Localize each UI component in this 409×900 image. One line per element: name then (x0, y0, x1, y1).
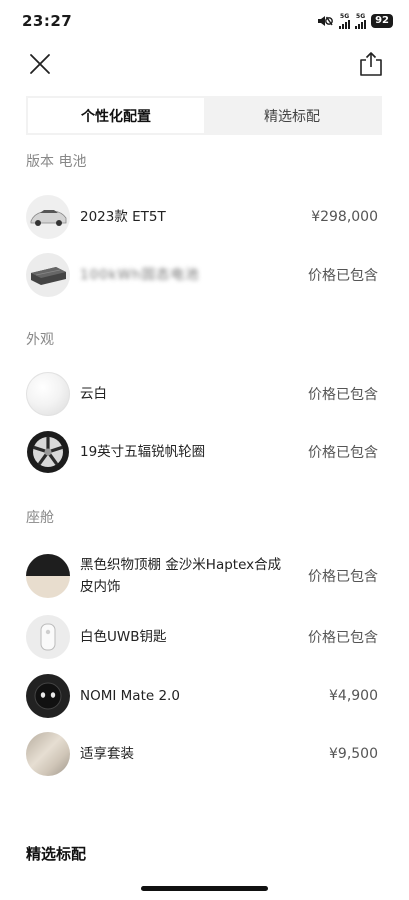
nav-bar (0, 42, 409, 84)
list-item-package[interactable]: 适享套装 ¥9,500 (26, 731, 378, 777)
white-paint-swatch (26, 372, 70, 416)
nomi-price: ¥4,900 (329, 688, 378, 704)
signal-2: 5G (355, 13, 367, 29)
close-button[interactable] (24, 48, 56, 80)
status-time: 23:27 (22, 12, 73, 30)
section-title-cabin: 座舱 (26, 510, 54, 526)
version-name: 2023款 ET5T (80, 209, 166, 225)
section-title-version-battery: 版本 电池 (26, 154, 87, 170)
tab-bar: 个性化配置 精选标配 (26, 96, 382, 135)
wheels-price: 价格已包含 (308, 445, 378, 461)
paint-price: 价格已包含 (308, 387, 378, 403)
wheel-thumbnail (26, 430, 70, 474)
nomi-name: NOMI Mate 2.0 (80, 688, 180, 704)
status-icons: 5G 5G 92 (316, 12, 393, 31)
package-price: ¥9,500 (329, 746, 378, 762)
battery-price: 价格已包含 (308, 268, 378, 284)
battery-name: 100kWh固态电池 (80, 267, 200, 283)
home-indicator[interactable] (141, 886, 268, 891)
interior-price: 价格已包含 (308, 569, 378, 585)
interior-name: 黑色织物顶棚 金沙米Haptex合成皮内饰 (80, 557, 282, 595)
list-item-paint[interactable]: 云白 价格已包含 (26, 371, 378, 417)
battery-thumbnail (26, 253, 70, 297)
list-item-key[interactable]: 白色UWB钥匙 价格已包含 (26, 614, 378, 660)
tab-standard-features[interactable]: 精选标配 (204, 98, 380, 133)
close-icon (30, 54, 50, 74)
key-name: 白色UWB钥匙 (80, 629, 167, 645)
section-title-exterior: 外观 (26, 332, 54, 348)
share-button[interactable] (355, 48, 387, 80)
paint-name: 云白 (80, 386, 107, 402)
key-thumbnail (26, 615, 70, 659)
interior-swatch (26, 554, 70, 598)
list-item-battery[interactable]: 100kWh固态电池 价格已包含 (26, 252, 378, 298)
package-thumbnail (26, 732, 70, 776)
list-item-version[interactable]: 2023款 ET5T ¥298,000 (26, 194, 378, 240)
signal-bars-icon (355, 19, 367, 29)
share-icon (360, 52, 382, 76)
list-item-wheels[interactable]: 19英寸五辐锐帆轮圈 价格已包含 (26, 429, 378, 475)
nomi-thumbnail (26, 674, 70, 718)
mute-icon (316, 12, 334, 31)
wheels-name: 19英寸五辐锐帆轮圈 (80, 444, 206, 460)
list-item-nomi[interactable]: NOMI Mate 2.0 ¥4,900 (26, 673, 378, 719)
signal-bars-icon (339, 19, 351, 29)
car-thumbnail (26, 195, 70, 239)
tab-personalized-config[interactable]: 个性化配置 (28, 98, 204, 133)
key-price: 价格已包含 (308, 630, 378, 646)
list-item-interior[interactable]: 黑色织物顶棚 金沙米Haptex合成皮内饰 价格已包含 (26, 553, 378, 599)
package-name: 适享套装 (80, 746, 134, 762)
status-bar: 23:27 5G 5G 92 (0, 0, 409, 42)
battery-indicator: 92 (371, 14, 393, 28)
signal-1: 5G (339, 13, 351, 29)
section-title-standard-features: 精选标配 (26, 845, 87, 863)
version-price: ¥298,000 (311, 209, 378, 225)
